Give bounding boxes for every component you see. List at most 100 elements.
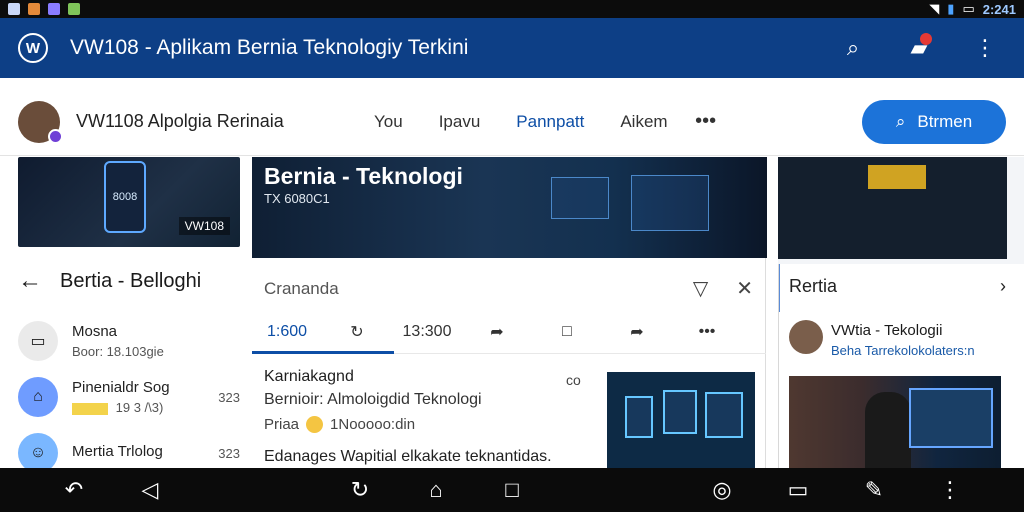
wifi-icon: ◥ xyxy=(929,1,940,16)
close-icon[interactable]: ✕ xyxy=(736,276,753,301)
right-panel-title: Rertia xyxy=(789,276,838,296)
list-item-side: 323 xyxy=(218,445,240,461)
forward-icon[interactable]: ➦ xyxy=(602,322,672,342)
article-toolbar: 1:600 ↻ 13:300 ➦ □ ➦ ••• xyxy=(252,310,766,354)
left-list: ▭ Mosna Boor: 18.103gie ⌂ Pinenialdr Sog… xyxy=(18,313,240,481)
hero-banner[interactable]: Bernia - Teknologi TX 6080C1 xyxy=(252,157,767,258)
right-top-graphic[interactable] xyxy=(778,157,1007,259)
chevron-right-icon[interactable]: › xyxy=(1000,276,1006,297)
right-image[interactable] xyxy=(789,376,1001,468)
phone-graphic: 8008 xyxy=(104,161,146,233)
list-item-text: Mosna Boor: 18.103gie xyxy=(72,323,204,359)
emoji-icon xyxy=(306,416,324,433)
more-horizontal-icon: ••• xyxy=(695,110,717,132)
status-bar: ◥ ▮ ▭ 2:241 xyxy=(0,0,1024,18)
time-tab-1[interactable]: 1:600 xyxy=(252,323,322,341)
signal-icon: ▮ xyxy=(947,1,955,16)
status-right: ◥ ▮ ▭ 2:241 xyxy=(929,1,1016,17)
avatar[interactable] xyxy=(18,100,63,144)
badge-box xyxy=(72,402,108,415)
list-item[interactable]: ⌂ Pinenialdr Sog 19 3 /\3) 323 xyxy=(18,369,240,425)
right-panel-header: Rertia › xyxy=(789,276,1006,297)
search-pill-button[interactable]: ⌕ Btrmen xyxy=(862,99,1006,144)
screen-graphic xyxy=(705,392,743,438)
article-top-label: Crananda xyxy=(264,278,339,298)
device-icon: ▭ xyxy=(18,321,58,361)
pen-icon[interactable]: ✎ xyxy=(860,476,888,504)
status-left-icons xyxy=(8,3,80,15)
filter-icon[interactable]: ▽ xyxy=(693,276,708,301)
overview-icon[interactable]: □ xyxy=(498,476,526,504)
app-logo-icon[interactable]: W xyxy=(18,33,48,63)
person-graphic xyxy=(865,392,911,468)
share-icon[interactable]: ➦ xyxy=(462,322,532,342)
back-arrow-icon[interactable]: ← xyxy=(18,267,42,295)
right-panel: Rertia › VWtia - Tekologii Beha Tarrekol… xyxy=(778,264,1024,468)
nav-center-group: ↻ ⌂ □ xyxy=(346,476,526,504)
more-options-icon[interactable]: ••• xyxy=(672,323,742,341)
right-column: Rertia › VWtia - Tekologii Beha Tarrekol… xyxy=(778,157,1024,468)
hero-graphic-panel xyxy=(631,175,709,231)
list-item-meta-text: 19 3 /\3) xyxy=(115,400,164,415)
gallery-icon xyxy=(8,3,20,15)
back-icon[interactable]: ↶ xyxy=(60,476,88,504)
article-top-row: Crananda ▽ ✕ xyxy=(264,276,753,301)
app-title: VW108 - Aplikam Bernia Teknologiy Terkin… xyxy=(70,36,469,59)
tab-you[interactable]: You xyxy=(356,102,421,142)
hero-title: Bernia - Teknologi xyxy=(264,163,463,189)
tab-aikem[interactable]: Aikem xyxy=(602,102,685,142)
more-options-button[interactable]: ⋮ xyxy=(972,35,998,61)
nav-right-group: ◎ ▭ ✎ ⋮ xyxy=(708,476,964,504)
right-card[interactable]: VWtia - Tekologii Beha Tarrekolokolaters… xyxy=(789,320,1012,358)
article-caption: Edanages Wapitial elkakate teknantidas. xyxy=(264,448,552,465)
list-item-meta: Boor: 18.103gie xyxy=(72,344,164,359)
left-column: 8008 VW108 ← Bertia - Belloghi ▭ Mosna B… xyxy=(0,157,252,473)
status-time: 2:241 xyxy=(982,1,1016,17)
list-item-title: Mertia Trlolog xyxy=(72,442,163,460)
article-image[interactable] xyxy=(607,372,755,468)
left-header-title: Bertia - Belloghi xyxy=(60,269,202,292)
featured-thumbnail[interactable]: 8008 VW108 xyxy=(18,157,240,247)
camera-icon[interactable]: ◎ xyxy=(708,476,736,504)
panel-accent-line xyxy=(779,264,780,312)
home-icon[interactable]: ⌂ xyxy=(422,476,450,504)
building-icon: ⌂ xyxy=(18,377,58,417)
chat-icon xyxy=(48,3,60,15)
list-item-text: Mertia Trlolog xyxy=(72,443,204,464)
monitor-graphic xyxy=(909,388,993,448)
person-avatar-icon: ☺ xyxy=(18,433,58,473)
yellow-box-graphic xyxy=(868,165,926,189)
time-tab-2[interactable]: 13:300 xyxy=(392,323,462,341)
right-card-title: VWtia - Tekologii xyxy=(831,322,943,339)
article-body: Karniakagnd Bernioir: Almoloigdid Teknol… xyxy=(264,368,594,433)
list-item-title: Mosna xyxy=(72,323,118,340)
avatar-badge xyxy=(48,128,63,144)
tab-pannpatt[interactable]: Pannpatt xyxy=(498,102,602,160)
search-icon: ⌕ xyxy=(846,35,860,60)
settings-icon xyxy=(68,3,80,15)
battery-icon: ▭ xyxy=(962,1,975,16)
tab-ipavu[interactable]: Ipavu xyxy=(421,102,499,142)
more-tabs-button[interactable]: ••• xyxy=(686,110,726,133)
search-button-label: Btrmen xyxy=(917,111,973,131)
refresh-icon[interactable]: ↻ xyxy=(322,322,392,342)
article-side-char: co xyxy=(566,372,581,388)
menu-icon[interactable]: ⋮ xyxy=(936,476,964,504)
search-button[interactable]: ⌕ xyxy=(840,35,866,61)
right-card-subtitle: Beha Tarrekolokolaters:n xyxy=(831,343,975,358)
back-triangle-icon[interactable]: ◁ xyxy=(136,476,164,504)
recent-icon[interactable]: ↻ xyxy=(346,476,374,504)
edit-icon[interactable]: □ xyxy=(532,323,602,341)
notification-dot xyxy=(920,33,932,45)
screen-mirror-icon[interactable]: ▭ xyxy=(784,476,812,504)
profile-text: VW1108 Alpolgia Rerinaia xyxy=(76,111,284,131)
right-card-text: VWtia - Tekologii Beha Tarrekolokolaters… xyxy=(831,320,975,358)
list-item-meta: 19 3 /\3) xyxy=(72,400,204,415)
notifications-button[interactable]: ▰ xyxy=(906,33,932,61)
tabs: You Ipavu Pannpatt Aikem ••• xyxy=(356,102,852,160)
list-item[interactable]: ▭ Mosna Boor: 18.103gie xyxy=(18,313,240,369)
phone-display-text: 8008 xyxy=(112,191,138,203)
article-line-2: Priaa 1Nooooo:din xyxy=(264,416,594,433)
list-item-text: Pinenialdr Sog 19 3 /\3) xyxy=(72,379,204,415)
app-logo-text: W xyxy=(25,39,41,57)
